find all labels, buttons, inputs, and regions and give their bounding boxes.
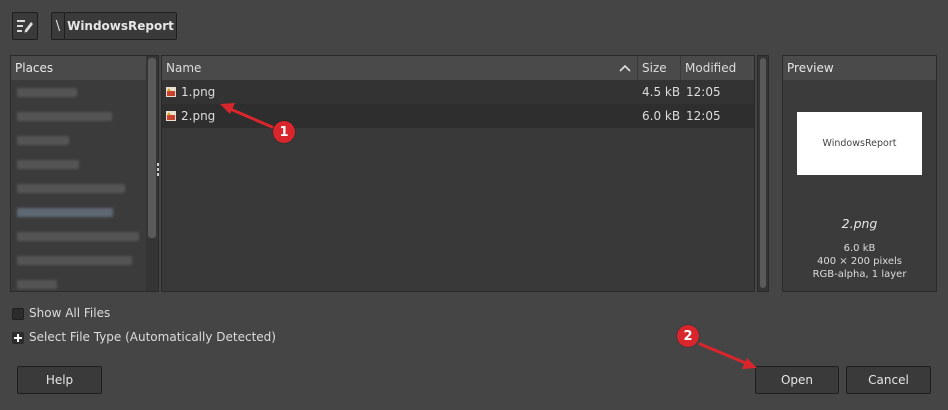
annotation-badge-1: 1 bbox=[273, 121, 295, 143]
annotation-badge-2: 2 bbox=[677, 325, 699, 347]
annotation-arrows bbox=[220, 103, 757, 369]
annotation-arrow-2 bbox=[698, 342, 757, 369]
annotation-arrow-1 bbox=[220, 103, 274, 129]
